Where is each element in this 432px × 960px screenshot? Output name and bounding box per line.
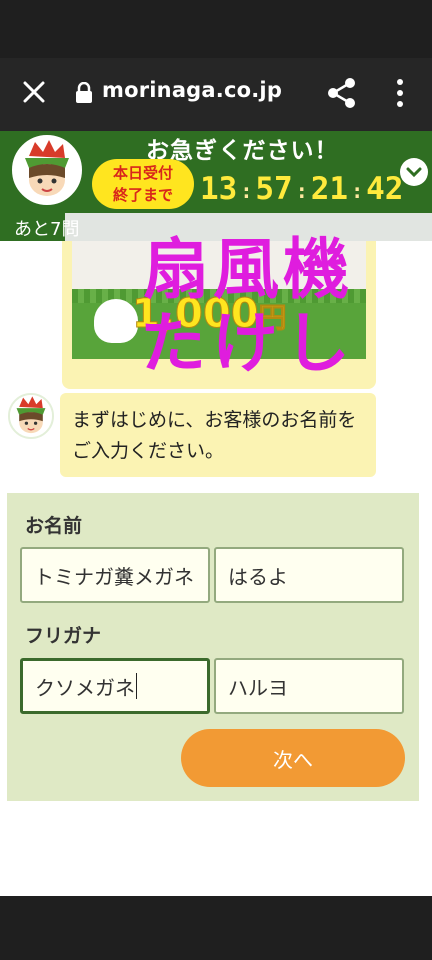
system-nav-bar [0, 896, 432, 960]
name-form: お名前 トミナガ糞メガネ はるよ フリガナ クソメガネ ハルヨ 次へ [7, 493, 419, 801]
timer-separator: : [295, 179, 308, 203]
deadline-badge: 本日受付 終了まで [92, 159, 194, 209]
chat-avatar [8, 393, 54, 439]
timer-minutes: 57 [255, 171, 293, 207]
timer-separator: : [351, 179, 364, 203]
last-kana-value: クソメガネ [35, 675, 135, 700]
timer-centiseconds: 42 [366, 171, 404, 207]
lock-icon [74, 81, 94, 104]
first-name-field[interactable]: はるよ [214, 547, 404, 603]
timer-hours: 13 [200, 171, 238, 207]
questions-remaining-label: あと7問 [14, 219, 80, 240]
last-kana-field[interactable]: クソメガネ [20, 658, 210, 714]
browser-toolbar: morinaga.co.jp [0, 58, 432, 131]
furigana-label: フリガナ [25, 625, 102, 647]
mascot-avatar [12, 135, 82, 205]
chat-message: まずはじめに、お客様のお名前をご入力ください。 [60, 393, 376, 477]
share-icon[interactable] [326, 76, 358, 110]
countdown-banner: お急ぎください！ 本日受付 終了まで 13 : 57 : 21 : 42 [0, 131, 432, 213]
url-domain[interactable]: morinaga.co.jp [102, 78, 282, 102]
close-icon[interactable] [18, 76, 50, 108]
deadline-line1: 本日受付 [112, 164, 173, 182]
text-caret [136, 673, 137, 699]
overlay-line2: たけし [140, 305, 356, 382]
overlay-line1: 扇風機 [143, 231, 353, 308]
first-kana-field[interactable]: ハルヨ [214, 658, 404, 714]
web-content: お急ぎください！ 本日受付 終了まで 13 : 57 : 21 : 42 あと7… [0, 131, 432, 896]
timer-separator: : [240, 179, 253, 203]
last-name-field[interactable]: トミナガ糞メガネ [20, 547, 210, 603]
countdown-timer: 13 : 57 : 21 : 42 [200, 167, 403, 207]
status-bar [0, 0, 432, 58]
deadline-line2: 終了まで [112, 186, 173, 204]
timer-seconds: 21 [310, 171, 349, 207]
next-button[interactable]: 次へ [181, 729, 405, 787]
name-label: お名前 [25, 515, 83, 537]
handwritten-overlay-text: 扇風機 たけし [128, 231, 368, 383]
chevron-down-icon[interactable] [400, 158, 428, 186]
more-options-icon[interactable] [388, 76, 412, 110]
